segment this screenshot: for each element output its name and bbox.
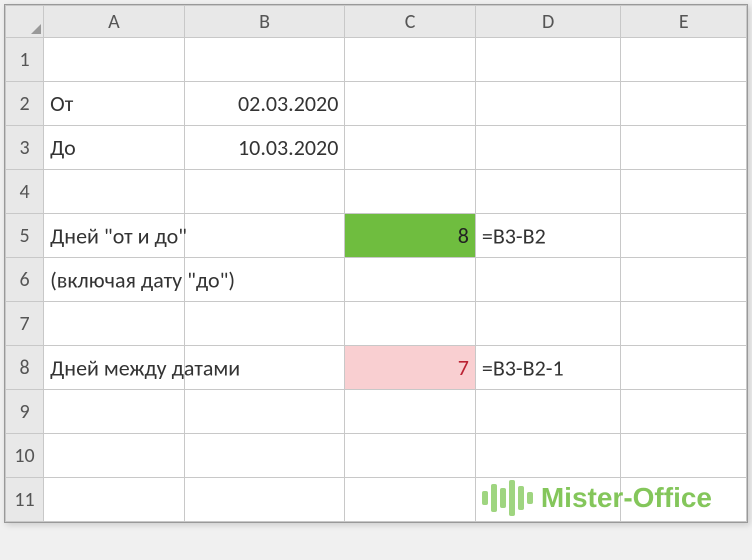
cell-D9[interactable] <box>475 390 621 434</box>
cell-E8[interactable] <box>621 346 747 390</box>
cell-C5[interactable]: 8 <box>345 214 476 258</box>
row-11: 11 <box>6 478 747 522</box>
cell-C8[interactable]: 7 <box>345 346 476 390</box>
cell-B4[interactable] <box>184 170 345 214</box>
column-header-row: A B C D E <box>6 6 747 38</box>
cell-C2[interactable] <box>345 82 476 126</box>
cell-C6[interactable] <box>345 258 476 302</box>
row-header-1[interactable]: 1 <box>6 38 44 82</box>
cell-C11[interactable] <box>345 478 476 522</box>
cell-D5[interactable]: =B3-B2 <box>475 214 621 258</box>
cell-A6[interactable]: (включая дату "до") <box>44 258 185 302</box>
cell-A1[interactable] <box>44 38 185 82</box>
cell-E1[interactable] <box>621 38 747 82</box>
row-7: 7 <box>6 302 747 346</box>
cell-D10[interactable] <box>475 434 621 478</box>
cell-A10[interactable] <box>44 434 185 478</box>
cell-A5-text: Дней "от и до" <box>50 222 187 249</box>
cell-C3[interactable] <box>345 126 476 170</box>
cell-A3[interactable]: До <box>44 126 185 170</box>
cell-E6[interactable] <box>621 258 747 302</box>
cell-D6[interactable] <box>475 258 621 302</box>
cell-A8[interactable]: Дней между датами <box>44 346 185 390</box>
cell-D1[interactable] <box>475 38 621 82</box>
column-header-B[interactable]: B <box>184 6 345 38</box>
row-8: 8 Дней между датами 7 =B3-B2-1 <box>6 346 747 390</box>
cell-B2[interactable]: 02.03.2020 <box>184 82 345 126</box>
row-header-9[interactable]: 9 <box>6 390 44 434</box>
cell-E11[interactable] <box>621 478 747 522</box>
cell-A7[interactable] <box>44 302 185 346</box>
cell-E2[interactable] <box>621 82 747 126</box>
column-header-C[interactable]: C <box>345 6 476 38</box>
cell-C10[interactable] <box>345 434 476 478</box>
cell-A11[interactable] <box>44 478 185 522</box>
cell-D8[interactable]: =B3-B2-1 <box>475 346 621 390</box>
select-all-corner[interactable] <box>6 6 44 38</box>
cell-B10[interactable] <box>184 434 345 478</box>
cell-E9[interactable] <box>621 390 747 434</box>
cell-D7[interactable] <box>475 302 621 346</box>
column-header-D[interactable]: D <box>475 6 621 38</box>
cell-A5[interactable]: Дней "от и до" <box>44 214 185 258</box>
row-header-4[interactable]: 4 <box>6 170 44 214</box>
column-header-E[interactable]: E <box>621 6 747 38</box>
cell-E7[interactable] <box>621 302 747 346</box>
row-5: 5 Дней "от и до" 8 =B3-B2 <box>6 214 747 258</box>
cell-E5[interactable] <box>621 214 747 258</box>
row-10: 10 <box>6 434 747 478</box>
cell-B3[interactable]: 10.03.2020 <box>184 126 345 170</box>
cell-C9[interactable] <box>345 390 476 434</box>
row-header-10[interactable]: 10 <box>6 434 44 478</box>
cell-D4[interactable] <box>475 170 621 214</box>
cell-E4[interactable] <box>621 170 747 214</box>
row-1: 1 <box>6 38 747 82</box>
cell-D5-text: =B3-B2 <box>482 222 546 249</box>
row-4: 4 <box>6 170 747 214</box>
row-3: 3 До 10.03.2020 <box>6 126 747 170</box>
cell-B5[interactable] <box>184 214 345 258</box>
grid[interactable]: A B C D E 1 2 От 02.03.2020 <box>5 5 747 522</box>
cell-B9[interactable] <box>184 390 345 434</box>
cell-D11[interactable] <box>475 478 621 522</box>
row-header-5[interactable]: 5 <box>6 214 44 258</box>
cell-E3[interactable] <box>621 126 747 170</box>
row-header-3[interactable]: 3 <box>6 126 44 170</box>
row-header-7[interactable]: 7 <box>6 302 44 346</box>
cell-C1[interactable] <box>345 38 476 82</box>
row-6: 6 (включая дату "до") <box>6 258 747 302</box>
cell-D2[interactable] <box>475 82 621 126</box>
row-header-6[interactable]: 6 <box>6 258 44 302</box>
cell-A2[interactable]: От <box>44 82 185 126</box>
cell-B11[interactable] <box>184 478 345 522</box>
row-9: 9 <box>6 390 747 434</box>
row-header-11[interactable]: 11 <box>6 478 44 522</box>
cell-E10[interactable] <box>621 434 747 478</box>
cell-A8-text: Дней между датами <box>50 354 240 381</box>
column-header-A[interactable]: A <box>44 6 185 38</box>
cell-D3[interactable] <box>475 126 621 170</box>
cell-C4[interactable] <box>345 170 476 214</box>
spreadsheet[interactable]: A B C D E 1 2 От 02.03.2020 <box>4 4 748 523</box>
cell-A4[interactable] <box>44 170 185 214</box>
row-header-8[interactable]: 8 <box>6 346 44 390</box>
cell-D8-text: =B3-B2-1 <box>482 354 564 381</box>
cell-A9[interactable] <box>44 390 185 434</box>
row-2: 2 От 02.03.2020 <box>6 82 747 126</box>
row-header-2[interactable]: 2 <box>6 82 44 126</box>
cell-C7[interactable] <box>345 302 476 346</box>
cell-A6-text: (включая дату "до") <box>50 266 235 293</box>
cell-B7[interactable] <box>184 302 345 346</box>
cell-B1[interactable] <box>184 38 345 82</box>
